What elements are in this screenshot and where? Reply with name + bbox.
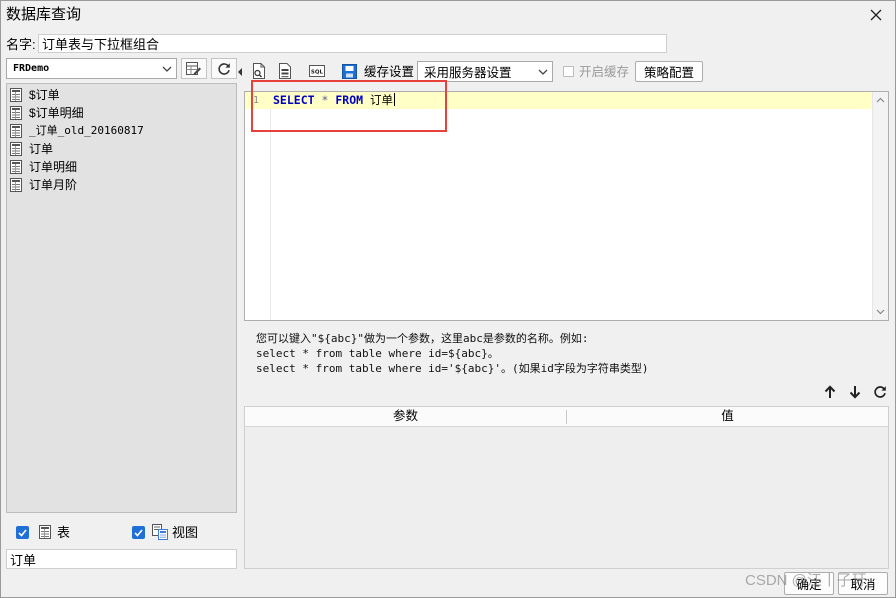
editor-scrollbar[interactable] [872,92,888,320]
template-button[interactable] [277,63,293,79]
sql-keyword: FROM [335,93,364,107]
checkmark-icon [134,528,143,537]
table-filter-checkbox[interactable] [16,526,29,539]
arrow-down-icon [849,386,861,399]
datasource-select[interactable]: FRDemo [6,58,177,79]
scroll-up-icon[interactable] [876,97,885,103]
enable-cache-checkbox[interactable] [563,66,574,77]
sql-button[interactable]: SQL [309,63,325,79]
table-icon [10,124,22,138]
table-icon [10,178,22,192]
chevron-down-icon [162,66,172,72]
sql-operator: * [321,93,329,107]
triangle-left-icon [238,68,242,76]
dialog-title: 数据库查询 [6,6,82,23]
cache-icon [341,63,357,79]
table-item-label: 订单月阶 [29,178,78,192]
sql-identifier: 订单 [370,93,393,107]
table-item-label: 订单 [29,142,54,156]
cancel-button[interactable]: 取消 [838,572,888,595]
table-item-label: $订单明细 [29,106,84,120]
checkmark-icon [18,528,27,537]
table-icon [10,88,22,102]
table-item[interactable]: $订单 [10,86,60,104]
column-header-value[interactable]: 值 [567,407,888,426]
sql-icon: SQL [309,65,325,77]
enable-cache-label: 开启缓存 [579,65,630,79]
edit-datasource-button[interactable] [181,58,207,79]
line-number: 1 [253,95,260,106]
close-button[interactable] [867,6,885,24]
table-item[interactable]: _订单_old_20160817 [10,122,144,140]
arrow-up-icon [824,385,836,398]
view-filter-checkbox[interactable] [132,526,145,539]
refresh-icon [218,62,230,75]
table-icon [39,525,51,539]
table-header: 参数 值 [245,407,888,427]
scroll-down-icon[interactable] [876,309,885,315]
table-item-label: _订单_old_20160817 [29,124,144,137]
strategy-config-button[interactable]: 策略配置 [635,61,703,82]
refresh-params-button[interactable] [872,384,888,400]
sql-line: SELECT * FROM 订单 [273,92,395,109]
cache-mode-value: 采用服务器设置 [424,66,512,80]
cache-settings-button[interactable] [341,63,357,79]
sql-keyword: SELECT [273,93,315,107]
table-search-input[interactable] [6,549,237,569]
preview-button[interactable] [251,63,267,79]
table-icon [10,160,22,174]
table-item[interactable]: 订单明细 [10,158,77,176]
ok-button[interactable]: 确定 [784,572,834,595]
line-number-gutter [245,92,271,320]
view-icon [152,524,168,540]
table-item[interactable]: $订单明细 [10,104,84,122]
table-filter-label: 表 [57,525,71,540]
table-item[interactable]: 订单月阶 [10,176,77,194]
name-input[interactable] [38,34,667,53]
table-item[interactable]: 订单 [10,140,53,158]
column-header-param[interactable]: 参数 [245,407,566,426]
move-up-button[interactable] [822,384,838,400]
parameter-hint: 您可以键入"${abc}"做为一个参数，这里abc是参数的名称。例如: selec… [256,331,649,376]
table-icon [10,142,22,156]
name-label: 名字: [6,37,36,52]
close-icon [870,9,882,21]
parameter-table[interactable]: 参数 值 [244,406,889,569]
table-list: $订单 $订单明细 _订单_old_20160817 订单 订单明细 订单月阶 [6,83,237,513]
hint-line: select * from table where id=${abc}。 [256,347,499,360]
view-filter-label: 视图 [172,525,199,540]
hint-line: 您可以键入"${abc}"做为一个参数，这里abc是参数的名称。例如: [256,332,589,345]
hint-line: select * from table where id='${abc}'。(如… [256,362,649,375]
template-icon [279,63,291,79]
datasource-value: FRDemo [13,63,50,74]
table-item-label: 订单明细 [29,160,78,174]
collapse-left-panel-button[interactable] [237,64,243,76]
table-icon [10,106,22,120]
sql-editor[interactable]: 1 SELECT * FROM 订单 [244,91,889,321]
refresh-datasource-button[interactable] [211,58,237,79]
cache-settings-label: 缓存设置 [364,65,415,79]
database-query-dialog: 数据库查询 名字: FRDemo $订单 $订单明细 [0,0,896,598]
chevron-down-icon [538,69,548,75]
refresh-icon [874,386,886,398]
table-item-label: $订单 [29,88,60,102]
preview-icon [253,63,265,79]
table-edit-icon [186,61,201,75]
cache-mode-select[interactable]: 采用服务器设置 [417,61,553,82]
sql-icon-label: SQL [311,70,324,76]
text-caret [394,93,395,106]
move-down-button[interactable] [847,384,863,400]
